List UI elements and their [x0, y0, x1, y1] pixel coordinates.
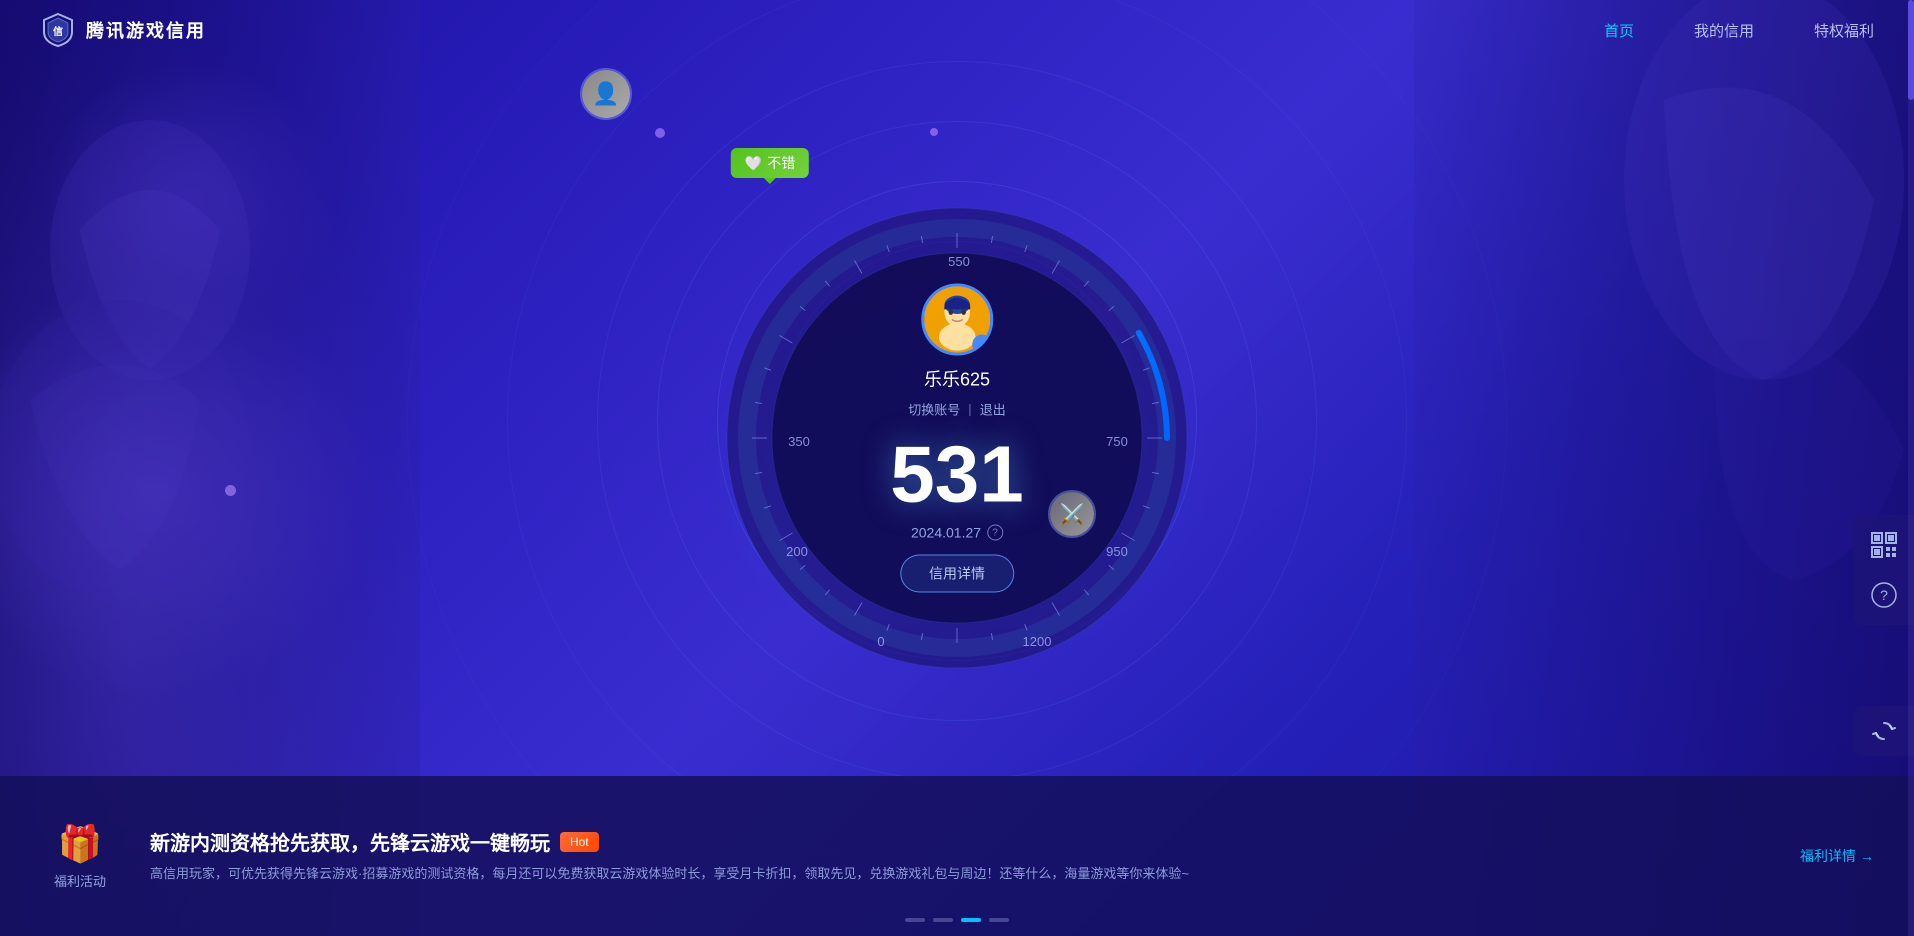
- svg-text:?: ?: [1880, 587, 1888, 603]
- banner-content: 新游内测资格抢先获取，先锋云游戏一键畅玩 Hot 高信用玩家，可优先获得先锋云游…: [150, 827, 1770, 885]
- user-avatar: ✓: [921, 284, 993, 356]
- svg-text:750: 750: [1106, 434, 1128, 449]
- account-actions: 切换账号 | 退出: [890, 400, 1023, 419]
- score-date-text: 2024.01.27: [911, 525, 981, 541]
- rating-label: 不错: [767, 153, 795, 173]
- hot-badge: Hot: [560, 832, 599, 852]
- svg-text:200: 200: [786, 544, 808, 559]
- floating-avatar-right: ⚔️: [1048, 490, 1096, 538]
- logout-link[interactable]: 退出: [980, 400, 1006, 419]
- avatar-badge: ✓: [972, 335, 992, 355]
- rating-heart-icon: 🤍: [745, 155, 762, 172]
- gift-icon: 🎁: [40, 823, 120, 865]
- banner-arrow-icon: →: [1860, 848, 1874, 864]
- svg-text:0: 0: [877, 634, 884, 649]
- help-icon[interactable]: ?: [987, 525, 1003, 541]
- banner-icon-area: 🎁 福利活动: [40, 823, 120, 890]
- gauge-outer: 0 200 350 550 750 950 1200: [697, 178, 1217, 698]
- qr-code-button[interactable]: [1864, 525, 1904, 565]
- logo-icon: 信: [40, 12, 76, 48]
- score-date: 2024.01.27 ?: [890, 525, 1023, 541]
- pagination-dot-4[interactable]: [989, 918, 1009, 922]
- gauge-center: ✓ 乐乐625 切换账号 | 退出 531 2024.01.27 ? 信用详情: [890, 284, 1023, 593]
- action-divider: |: [968, 402, 971, 417]
- banner-title: 新游内测资格抢先获取，先锋云游戏一键畅玩 Hot: [150, 827, 1770, 856]
- detail-button[interactable]: 信用详情: [900, 555, 1014, 593]
- deco-dot-1: [655, 128, 665, 138]
- svg-text:550: 550: [948, 254, 970, 269]
- bottom-banner: 🎁 福利活动 新游内测资格抢先获取，先锋云游戏一键畅玩 Hot 高信用玩家，可优…: [0, 776, 1914, 936]
- navbar: 信 腾讯游戏信用 首页 我的信用 特权福利: [0, 0, 1914, 60]
- nav-links: 首页 我的信用 特权福利: [1604, 20, 1874, 41]
- svg-text:950: 950: [1106, 544, 1128, 559]
- right-sidebar: ?: [1854, 515, 1914, 625]
- pagination-dot-3[interactable]: [961, 918, 981, 922]
- rating-badge: 🤍 不错: [731, 148, 809, 178]
- floating-avatar-top: 👤: [580, 68, 632, 120]
- logo-area: 信 腾讯游戏信用: [40, 12, 1604, 48]
- refresh-button[interactable]: [1854, 706, 1914, 756]
- banner-section-label: 福利活动: [40, 871, 120, 890]
- username: 乐乐625: [890, 366, 1023, 392]
- banner-title-text: 新游内测资格抢先获取，先锋云游戏一键畅玩: [150, 827, 550, 856]
- banner-description: 高信用玩家，可优先获得先锋云游戏·招募游戏的测试资格，每月还可以免费获取云游戏体…: [150, 864, 1770, 885]
- credit-score: 531: [890, 435, 1023, 515]
- switch-account-link[interactable]: 切换账号: [908, 400, 960, 419]
- gauge-container: 0 200 350 550 750 950 1200: [677, 158, 1237, 718]
- svg-text:350: 350: [788, 434, 810, 449]
- nav-my-credit[interactable]: 我的信用: [1694, 20, 1754, 41]
- svg-text:✓: ✓: [979, 343, 985, 350]
- pagination-dot-1[interactable]: [905, 918, 925, 922]
- deco-dot-3: [225, 485, 236, 496]
- svg-text:1200: 1200: [1023, 634, 1052, 649]
- nav-home[interactable]: 首页: [1604, 20, 1634, 41]
- logo-text: 腾讯游戏信用: [86, 17, 206, 43]
- nav-benefits[interactable]: 特权福利: [1814, 20, 1874, 41]
- pagination-dot-2[interactable]: [933, 918, 953, 922]
- scrollbar[interactable]: [1908, 0, 1914, 936]
- banner-link-text: 福利详情: [1800, 846, 1856, 866]
- scrollbar-thumb[interactable]: [1908, 0, 1914, 100]
- deco-dot-2: [930, 128, 938, 136]
- pagination-dots: [905, 918, 1009, 922]
- svg-text:信: 信: [53, 25, 63, 38]
- banner-link[interactable]: 福利详情 →: [1800, 846, 1874, 866]
- feedback-button[interactable]: ?: [1864, 575, 1904, 615]
